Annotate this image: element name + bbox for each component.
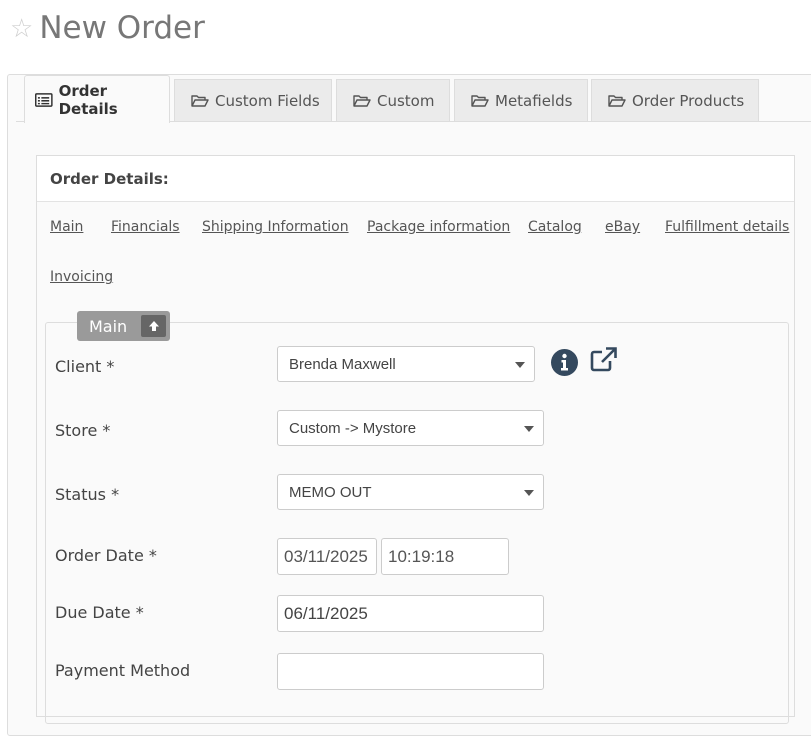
tab-order-products[interactable]: Order Products <box>591 79 759 121</box>
folder-open-icon <box>191 94 209 107</box>
link-invoicing[interactable]: Invoicing <box>50 269 113 285</box>
page-header: ☆ New Order <box>10 8 205 48</box>
chevron-down-icon <box>524 426 534 432</box>
info-circle-icon[interactable] <box>550 348 579 377</box>
tab-label: Custom <box>377 91 435 110</box>
page-title: New Order <box>39 10 205 46</box>
order-date-label: Order Date * <box>55 546 157 565</box>
order-time-value: 10:19:18 <box>388 546 455 566</box>
store-select[interactable]: Custom -> Mystore <box>277 410 544 446</box>
folder-open-icon <box>471 94 489 107</box>
payment-method-label: Payment Method <box>55 661 191 680</box>
tab-label: Order Details <box>58 81 118 118</box>
folder-open-icon <box>353 94 371 107</box>
client-select[interactable]: Brenda Maxwell <box>277 346 535 382</box>
link-ebay[interactable]: eBay <box>605 219 640 235</box>
status-select[interactable]: MEMO OUT <box>277 474 544 510</box>
link-shipping-information[interactable]: Shipping Information <box>202 219 349 235</box>
list-icon <box>35 92 53 107</box>
fieldset-legend[interactable]: Main <box>77 311 170 341</box>
status-value: MEMO OUT <box>289 483 372 501</box>
link-financials[interactable]: Financials <box>111 219 180 235</box>
due-date-input[interactable]: 06/11/2025 <box>277 595 544 632</box>
arrow-up-icon[interactable] <box>141 315 166 337</box>
link-main[interactable]: Main <box>50 219 83 235</box>
tab-bar: Order Details Custom Fields Custom Metaf… <box>16 75 811 123</box>
legend-label: Main <box>89 316 128 336</box>
order-date-input[interactable]: 03/11/2025 <box>277 538 377 575</box>
link-package-information[interactable]: Package information <box>367 219 510 235</box>
store-value: Custom -> Mystore <box>289 419 417 437</box>
star-icon[interactable]: ☆ <box>10 15 33 41</box>
due-date-label: Due Date * <box>55 603 144 622</box>
due-date-value: 06/11/2025 <box>284 603 368 623</box>
store-label: Store * <box>55 421 111 440</box>
client-value: Brenda Maxwell <box>289 355 396 373</box>
chevron-down-icon <box>524 490 534 496</box>
tab-order-details[interactable]: Order Details <box>24 75 170 123</box>
tab-label: Custom Fields <box>215 91 320 110</box>
tab-metafields[interactable]: Metafields <box>454 79 588 121</box>
tab-custom[interactable]: Custom <box>336 79 450 121</box>
client-label: Client * <box>55 357 115 376</box>
section-title: Order Details: <box>37 156 794 202</box>
payment-method-input[interactable] <box>277 653 544 690</box>
order-date-value: 03/11/2025 <box>284 546 368 566</box>
status-label: Status * <box>55 485 120 504</box>
tab-label: Order Products <box>632 91 745 110</box>
tab-label: Metafields <box>495 91 573 110</box>
tab-custom-fields[interactable]: Custom Fields <box>174 79 332 121</box>
link-fulfillment-details[interactable]: Fulfillment details <box>665 219 789 235</box>
chevron-down-icon <box>515 362 525 368</box>
folder-open-icon <box>608 94 626 107</box>
order-time-input[interactable]: 10:19:18 <box>381 538 509 575</box>
external-link-icon[interactable] <box>590 347 617 372</box>
link-catalog[interactable]: Catalog <box>528 219 582 235</box>
